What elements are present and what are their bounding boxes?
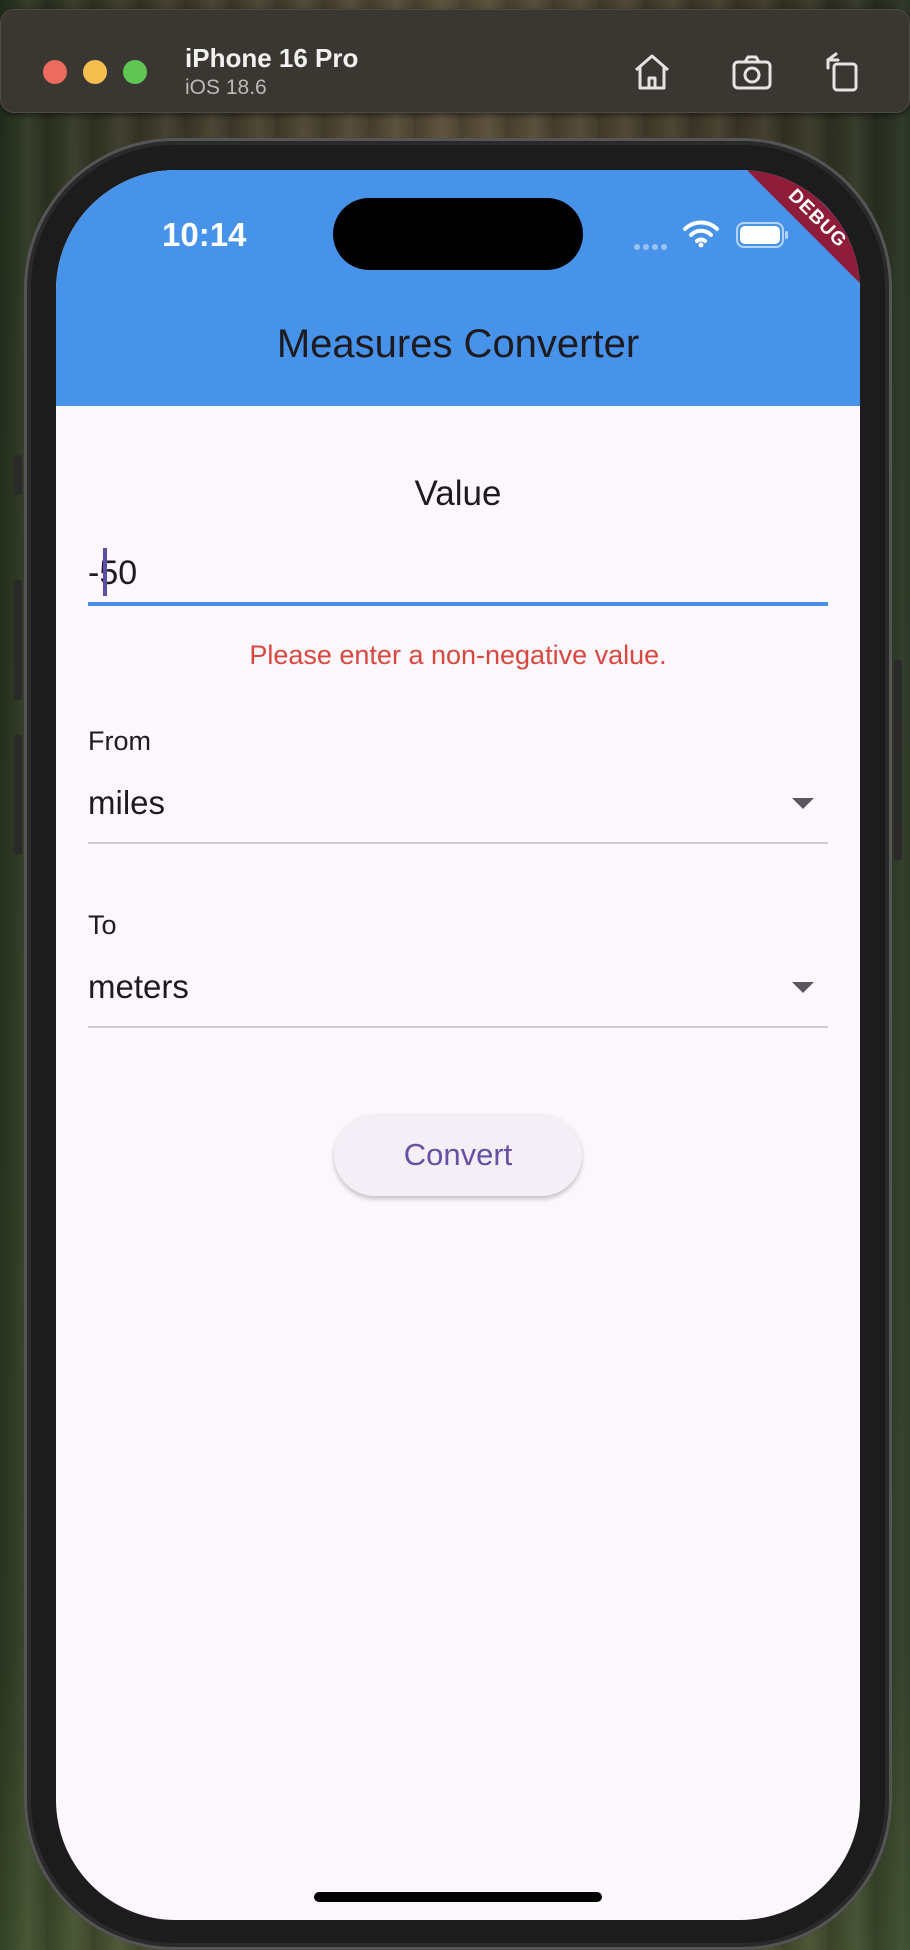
device-name: iPhone 16 Pro bbox=[185, 43, 359, 73]
app-screen: 10:14 DEBUG Measures Converter Value Ple… bbox=[56, 170, 860, 1920]
convert-button[interactable]: Convert bbox=[334, 1114, 582, 1196]
status-time: 10:14 bbox=[162, 216, 247, 253]
from-dropdown-value: miles bbox=[88, 784, 166, 821]
minimize-window-button[interactable] bbox=[83, 60, 107, 84]
to-dropdown[interactable]: meters bbox=[88, 964, 828, 1028]
close-window-button[interactable] bbox=[43, 60, 67, 84]
action-button bbox=[14, 455, 22, 495]
value-input[interactable] bbox=[88, 544, 828, 606]
text-cursor bbox=[103, 548, 107, 596]
volume-up-button bbox=[14, 580, 22, 700]
home-icon[interactable] bbox=[628, 48, 676, 96]
cellular-signal-icon bbox=[634, 237, 670, 255]
dynamic-island bbox=[333, 198, 583, 270]
simulator-title-bar: iPhone 16 Pro iOS 18.6 bbox=[0, 9, 910, 113]
from-dropdown[interactable]: miles bbox=[88, 780, 828, 844]
rotate-icon[interactable] bbox=[818, 48, 866, 96]
power-button bbox=[894, 660, 902, 860]
error-message: Please enter a non-negative value. bbox=[249, 640, 667, 670]
screenshot-icon[interactable] bbox=[728, 48, 776, 96]
wifi-icon bbox=[683, 220, 719, 248]
chevron-down-icon bbox=[792, 798, 814, 809]
os-version: iOS 18.6 bbox=[185, 76, 267, 99]
zoom-window-button[interactable] bbox=[123, 60, 147, 84]
battery-icon bbox=[736, 222, 788, 248]
volume-down-button bbox=[14, 735, 22, 855]
to-label: To bbox=[88, 910, 117, 940]
page-title: Measures Converter bbox=[276, 322, 640, 366]
to-dropdown-value: meters bbox=[88, 968, 189, 1005]
from-label: From bbox=[88, 726, 151, 756]
value-label: Value bbox=[414, 474, 502, 513]
chevron-down-icon bbox=[792, 982, 814, 993]
home-indicator bbox=[314, 1892, 602, 1902]
